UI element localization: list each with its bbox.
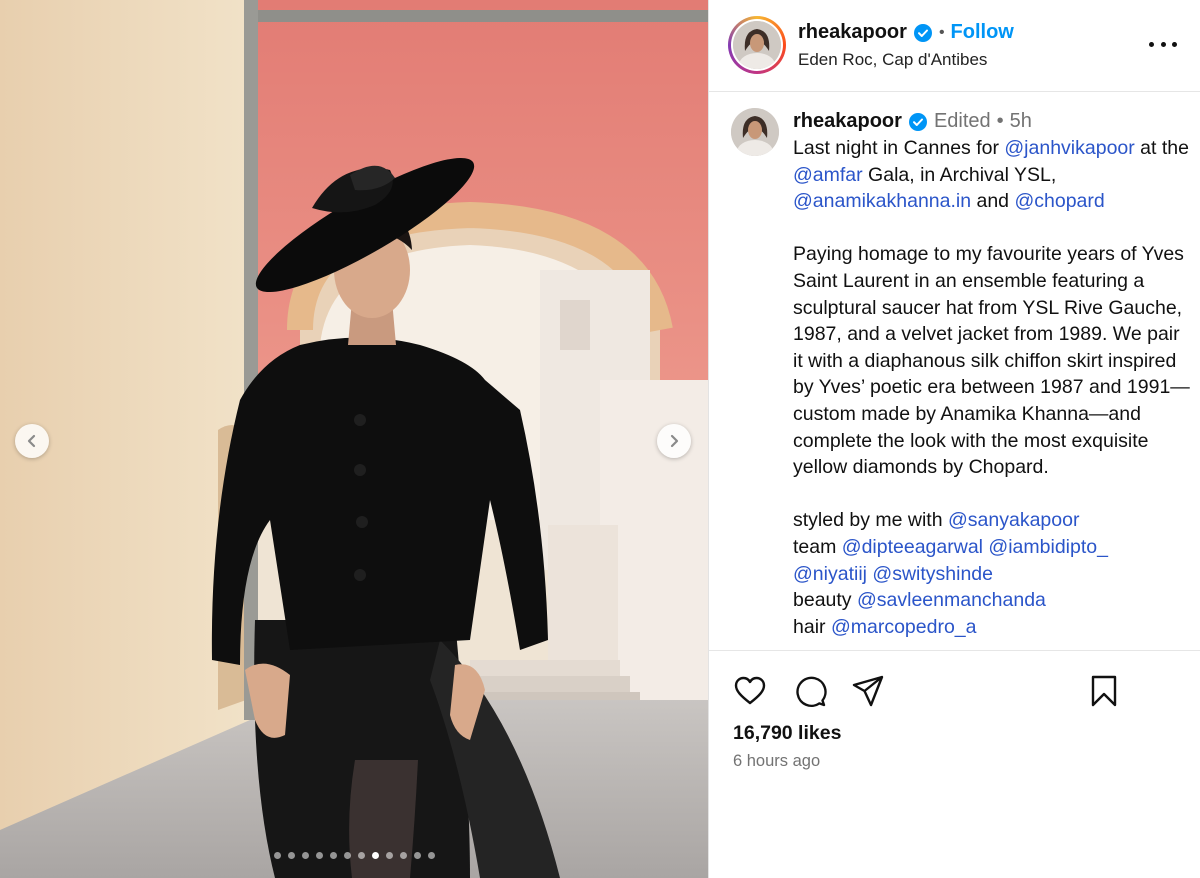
post-header: rheakapoor • Follow Eden Roc, Cap d'Anti… xyxy=(709,0,1200,92)
caption-separator: • xyxy=(996,110,1004,132)
carousel-dot[interactable] xyxy=(329,852,337,859)
mention-link[interactable]: @iambidipto_ xyxy=(988,536,1108,558)
chevron-left-icon xyxy=(27,434,36,448)
carousel-dot[interactable] xyxy=(287,852,295,859)
carousel-dot[interactable] xyxy=(301,852,309,859)
post-image xyxy=(0,0,708,878)
mention-link[interactable]: @sanyakapoor xyxy=(948,509,1079,531)
mention-link[interactable]: @marcopedro_a xyxy=(831,616,977,638)
mention-link[interactable]: @janhvikapoor xyxy=(1004,137,1134,159)
mention-link[interactable]: @chopard xyxy=(1014,190,1104,212)
caption-paragraph-1: Last night in Cannes for @janhvikapoor a… xyxy=(793,135,1193,215)
like-button[interactable] xyxy=(733,674,767,708)
carousel-dot[interactable] xyxy=(273,852,281,859)
carousel-next-button[interactable] xyxy=(657,424,691,458)
caption-time[interactable]: 5h xyxy=(1010,110,1032,133)
mention-link[interactable]: @savleenmanchanda xyxy=(857,589,1046,611)
avatar xyxy=(733,21,781,69)
post-location[interactable]: Eden Roc, Cap d'Antibes xyxy=(798,50,987,70)
follow-button[interactable]: Follow xyxy=(951,21,1014,44)
save-button[interactable] xyxy=(1087,674,1121,708)
carousel-dot[interactable] xyxy=(343,852,351,859)
carousel-dot[interactable] xyxy=(357,852,365,859)
story-ring[interactable] xyxy=(728,16,786,74)
more-options-icon xyxy=(1149,41,1154,47)
carousel-dot[interactable] xyxy=(385,852,393,859)
share-button[interactable] xyxy=(851,674,885,708)
share-icon xyxy=(852,675,884,707)
comment-icon xyxy=(796,676,827,708)
mention-link[interactable]: @swityshinde xyxy=(872,563,993,585)
caption-text-run: Last night in Cannes for xyxy=(793,137,1005,159)
caption-username[interactable]: rheakapoor xyxy=(793,110,902,133)
caption-text-run: Gala, in Archival YSL, xyxy=(862,163,1057,186)
carousel-dot[interactable] xyxy=(371,852,379,859)
likes-count[interactable]: 16,790 likes xyxy=(733,722,841,745)
credit-label: hair xyxy=(793,615,831,638)
credit-label: styled by me with xyxy=(793,509,948,532)
mention-link[interactable]: @amfar xyxy=(793,164,863,186)
verified-badge-icon xyxy=(913,23,933,43)
carousel-dot[interactable] xyxy=(413,852,421,859)
verified-badge-icon xyxy=(908,112,928,132)
caption-text: Last night in Cannes for @janhvikapoor a… xyxy=(793,135,1193,640)
caption-credits: styled by me with @sanyakapoor team @dip… xyxy=(793,507,1193,640)
credit-label: beauty xyxy=(793,589,857,612)
mention-link[interactable]: @dipteeagarwal xyxy=(842,536,983,558)
post-photo[interactable] xyxy=(0,0,708,878)
bookmark-icon xyxy=(1091,675,1117,707)
comment-button[interactable] xyxy=(793,674,827,708)
header-separator: • xyxy=(938,23,945,41)
header-username[interactable]: rheakapoor xyxy=(798,21,907,44)
carousel-dots xyxy=(0,852,708,859)
credit-label: team xyxy=(793,535,842,558)
post-timestamp[interactable]: 6 hours ago xyxy=(733,752,820,771)
mention-link[interactable]: @anamikakhanna.in xyxy=(793,190,971,212)
edited-label: Edited xyxy=(933,110,991,132)
carousel-dot[interactable] xyxy=(315,852,323,859)
carousel-prev-button[interactable] xyxy=(15,424,49,458)
more-options-button[interactable] xyxy=(1149,32,1177,56)
mention-link[interactable]: @niyatiij xyxy=(793,563,867,585)
actions-divider xyxy=(709,650,1200,651)
carousel-dot[interactable] xyxy=(399,852,407,859)
heart-icon xyxy=(734,676,766,705)
caption-paragraph-2: Paying homage to my favourite years of Y… xyxy=(793,243,1190,479)
carousel-dot[interactable] xyxy=(427,852,435,859)
post-side-panel: rheakapoor • Follow Eden Roc, Cap d'Anti… xyxy=(709,0,1200,878)
caption-text-run: and xyxy=(971,190,1015,213)
caption-text-run: at the xyxy=(1134,137,1189,159)
chevron-right-icon xyxy=(670,434,679,448)
caption-area: rheakapoor Edited • 5h Last night in Can… xyxy=(709,93,1200,650)
caption-avatar[interactable] xyxy=(731,108,779,156)
